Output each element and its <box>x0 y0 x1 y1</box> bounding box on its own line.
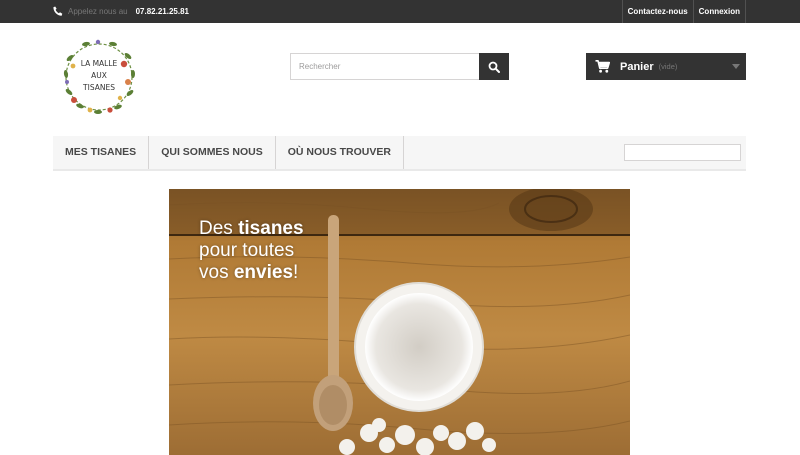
site-logo[interactable]: LA MALLE AUX TISANES <box>58 36 140 118</box>
login-link[interactable]: Connexion <box>692 0 746 23</box>
hero-line1-a: Des <box>199 218 239 239</box>
search-bar <box>290 53 509 80</box>
hero-line3-b: envies <box>233 262 294 283</box>
hero-line1-b: tisanes <box>238 218 304 239</box>
phone-label: Appelez nous au <box>68 7 128 16</box>
search-button[interactable] <box>479 53 509 80</box>
hero-banner[interactable]: Des tisanes pour toutes vos envies! <box>169 189 630 455</box>
menu-item-ou-nous-trouver[interactable]: OÙ NOUS TROUVER <box>276 136 404 169</box>
menu-item-qui-sommes-nous[interactable]: QUI SOMMES NOUS <box>149 136 276 169</box>
hero-line3-a: vos <box>199 262 234 283</box>
logo-line2: AUX <box>91 71 107 80</box>
logo-line3: TISANES <box>82 83 115 92</box>
cart-label: Panier <box>620 60 654 73</box>
search-icon <box>488 61 500 73</box>
logo-wreath: LA MALLE AUX TISANES <box>63 39 135 114</box>
phone-icon <box>53 6 63 16</box>
contact-link[interactable]: Contactez-nous <box>621 0 693 23</box>
menu-item-mes-tisanes[interactable]: MES TISANES <box>53 136 150 169</box>
top-links: Contactez-nous Connexion <box>621 0 746 23</box>
hero-line2: pour toutes <box>199 240 295 261</box>
hero-headline: Des tisanes pour toutes vos envies! <box>199 218 304 284</box>
logo-line1: LA MALLE <box>81 59 118 68</box>
hero-line3-c: ! <box>293 262 299 283</box>
main-menu: MES TISANES QUI SOMMES NOUS OÙ NOUS TROU… <box>53 136 746 171</box>
phone-number: 07.82.21.25.81 <box>135 7 189 16</box>
cart-icon <box>595 60 610 73</box>
search-input[interactable] <box>290 53 479 80</box>
cart-button[interactable]: Panier (vide) <box>586 53 746 80</box>
top-bar: Appelez nous au 07.82.21.25.81 Contactez… <box>0 0 800 23</box>
phone-info: Appelez nous au 07.82.21.25.81 <box>53 0 189 23</box>
menu-search-input[interactable] <box>624 144 741 161</box>
cart-status: (vide) <box>658 62 678 71</box>
chevron-down-icon <box>732 64 740 69</box>
